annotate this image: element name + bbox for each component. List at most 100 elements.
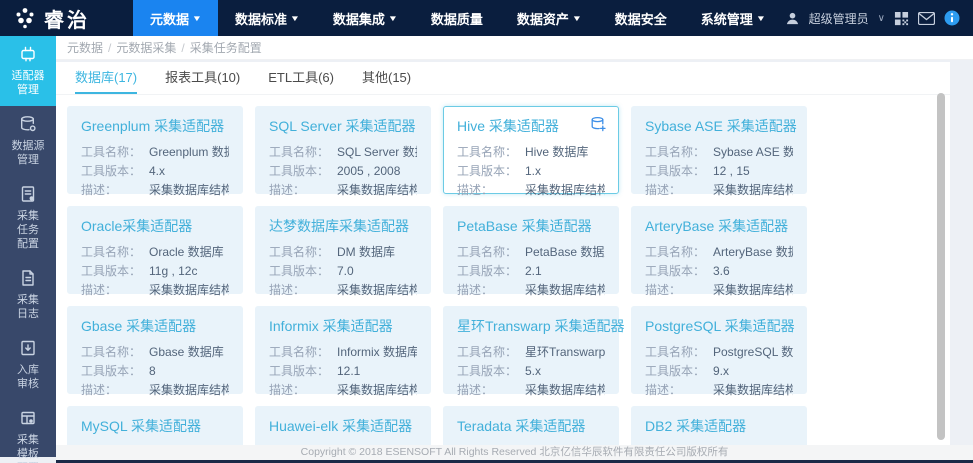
tab-3[interactable]: 其他(15) bbox=[362, 62, 411, 94]
app-logo[interactable]: 睿治 bbox=[0, 0, 133, 36]
field-label: 工具名称： bbox=[645, 145, 706, 159]
adapter-card-field: 工具版本： 12.1 bbox=[269, 362, 417, 381]
info-icon[interactable] bbox=[944, 10, 960, 26]
field-label: 工具名称： bbox=[457, 145, 518, 159]
user-avatar-icon[interactable] bbox=[785, 11, 800, 26]
adapter-card-title[interactable]: PostgreSQL 采集适配器 bbox=[645, 316, 795, 336]
nav-menu-item[interactable]: 数据资产 ▼ bbox=[500, 0, 598, 36]
sidebar-item-采集日志[interactable]: 采集 日志 bbox=[0, 260, 56, 330]
adapter-card[interactable]: SQL Server 采集适配器工具名称： SQL Server 数据库工具版本：… bbox=[255, 106, 431, 197]
adapter-card-title[interactable]: 星环Transwarp 采集适配器 bbox=[457, 316, 625, 336]
nav-menu-item[interactable]: 数据集成 ▼ bbox=[316, 0, 414, 36]
nav-menu-item[interactable]: 元数据 ▼ bbox=[133, 0, 218, 36]
field-label: 工具名称： bbox=[269, 145, 330, 159]
field-value: 4.x bbox=[149, 164, 166, 178]
nav-menu-label: 数据资产 bbox=[516, 11, 569, 27]
sidebar-item-采集任务配置[interactable]: 采集 任务 配置 bbox=[0, 176, 56, 260]
adapter-card[interactable]: Greenplum 采集适配器工具名称： Greenplum 数据库工具版本： 4.… bbox=[67, 106, 243, 197]
adapter-card-field: 描述： 采集数据库结构及相关对象 bbox=[457, 181, 605, 200]
copyright-footer: Copyright © 2018 ESENSOFT All Rights Res… bbox=[56, 445, 973, 460]
field-value: Hive 数据库 bbox=[525, 145, 589, 159]
adapter-card-title[interactable]: Oracle采集适配器 bbox=[81, 216, 229, 236]
sidebar-item-label: 日志 bbox=[17, 308, 39, 320]
breadcrumb-part[interactable]: 元数据采集 bbox=[116, 39, 176, 56]
field-value: 采集数据库结构及相关对象 bbox=[525, 283, 605, 297]
tab-2[interactable]: ETL工具(6) bbox=[268, 62, 334, 94]
adapter-card-field: 工具版本： 8 bbox=[81, 362, 229, 381]
adapter-card-title[interactable]: Hive 采集适配器 bbox=[457, 116, 605, 136]
adapter-card-grid: Greenplum 采集适配器工具名称： Greenplum 数据库工具版本： 4.… bbox=[56, 95, 950, 445]
adapter-card-title[interactable]: SQL Server 采集适配器 bbox=[269, 116, 417, 136]
chevron-down-icon: ∨ bbox=[877, 12, 885, 24]
field-label: 工具版本： bbox=[457, 364, 518, 378]
adapter-card[interactable]: PostgreSQL 采集适配器工具名称： PostgreSQL 数据库工具版本：… bbox=[631, 306, 807, 397]
adapter-card-field: 描述： 采集数据库结构及相关对象 bbox=[645, 281, 793, 300]
field-label: 工具版本： bbox=[457, 264, 518, 278]
adapter-card-title[interactable]: Huawei-elk 采集适配器 bbox=[269, 416, 417, 436]
sidebar-item-入库审核[interactable]: 入库 审核 bbox=[0, 330, 56, 400]
adapter-card[interactable]: Huawei-elk 采集适配器工具名称：Huawei-elk 数据库 bbox=[255, 406, 431, 445]
tab-1[interactable]: 报表工具(10) bbox=[165, 62, 240, 94]
adapter-card-title[interactable]: Greenplum 采集适配器 bbox=[81, 116, 229, 136]
sidebar-item-label: 适配器 bbox=[11, 70, 45, 82]
adapter-card[interactable]: PetaBase 采集适配器工具名称： PetaBase 数据库工具版本： 2.1 描… bbox=[443, 206, 619, 297]
adapter-card-field: 工具名称： Oracle 数据库 bbox=[81, 243, 229, 262]
nav-menu-item[interactable]: 数据质量 bbox=[414, 0, 500, 36]
breadcrumb-part[interactable]: 元数据 bbox=[67, 39, 103, 56]
adapter-card[interactable]: ArteryBase 采集适配器工具名称： ArteryBase 数据库工具版本：… bbox=[631, 206, 807, 297]
adapter-card[interactable]: Sybase ASE 采集适配器工具名称： Sybase ASE 数据库工具版本：… bbox=[631, 106, 807, 197]
adapter-card-field: 描述： 采集数据库结构及相关对象 bbox=[81, 181, 229, 200]
field-value: 采集数据库结构及相关对象 bbox=[525, 183, 605, 197]
adapter-card-field: 工具版本： 12 , 15 bbox=[645, 162, 793, 181]
adapter-card-field: 工具版本： 5.x bbox=[457, 362, 605, 381]
breadcrumb: 元数据 / 元数据采集 / 采集任务配置 bbox=[56, 36, 973, 60]
adapter-card[interactable]: Informix 采集适配器 工具名称： Informix 数据库 工具版本： 12.1… bbox=[255, 306, 431, 397]
field-label: 工具名称： bbox=[645, 245, 706, 259]
adapter-card[interactable]: Teradata 采集适配器工具名称：Teradata 数据库 bbox=[443, 406, 619, 445]
nav-menu-item[interactable]: 数据安全 bbox=[598, 0, 684, 36]
field-value: 12.1 bbox=[337, 364, 361, 378]
adapter-card[interactable]: DB2 采集适配器工具名称：DB2 数据库 bbox=[631, 406, 807, 445]
adapter-card-title[interactable]: Gbase 采集适配器 bbox=[81, 316, 229, 336]
adapter-card[interactable]: Oracle采集适配器 工具名称： Oracle 数据库 工具版本： 11g , 12c… bbox=[67, 206, 243, 297]
nav-menu-item[interactable]: 数据标准 ▼ bbox=[218, 0, 316, 36]
adapter-card-field: 工具名称： SQL Server 数据库 bbox=[269, 143, 417, 162]
sidebar-item-适配器管理[interactable]: 适配器 管理 bbox=[0, 36, 56, 106]
adapter-card-title[interactable]: 达梦数据库采集适配器 bbox=[269, 216, 417, 236]
adapter-card-title[interactable]: Teradata 采集适配器 bbox=[457, 416, 605, 436]
adapter-card[interactable]: 星环Transwarp 采集适配器工具名称： 星环Transwarp 数据库工具版… bbox=[443, 306, 625, 397]
field-value: Sybase ASE 数据库 bbox=[713, 145, 793, 159]
adapter-card-title[interactable]: ArteryBase 采集适配器 bbox=[645, 216, 793, 236]
adapter-card[interactable]: Gbase 采集适配器 工具名称： Gbase 数据库 工具版本： 8 描述： 采集数据库结… bbox=[67, 306, 243, 397]
qr-code-icon[interactable] bbox=[894, 11, 909, 26]
adapter-card-title[interactable]: MySQL 采集适配器 bbox=[81, 416, 229, 436]
sidebar: 适配器管理数据源管理采集任务配置采集日志入库审核采集模板配置 bbox=[0, 36, 56, 463]
field-value: 采集数据库结构及相关对象 bbox=[713, 183, 793, 197]
field-label: 描述： bbox=[269, 383, 306, 397]
field-value: Gbase 数据库 bbox=[149, 345, 224, 359]
adapter-card-title[interactable]: Sybase ASE 采集适配器 bbox=[645, 116, 797, 136]
adapter-card[interactable]: MySQL 采集适配器工具名称：MySQL 数据库 bbox=[67, 406, 243, 445]
adapter-card-field: 描述： 采集数据库结构及相关对象 bbox=[269, 181, 417, 200]
field-label: 工具名称： bbox=[457, 345, 518, 359]
field-label: 工具版本： bbox=[81, 364, 142, 378]
mail-icon[interactable] bbox=[918, 11, 935, 25]
tab-0[interactable]: 数据库(17) bbox=[75, 62, 138, 94]
adapter-card[interactable]: 达梦数据库采集适配器工具名称： DM 数据库工具版本： 7.0 描述： 采集数据库结构及… bbox=[255, 206, 431, 297]
caret-down-icon: ▼ bbox=[289, 13, 301, 23]
adapter-card-title[interactable]: Informix 采集适配器 bbox=[269, 316, 417, 336]
field-label: 描述： bbox=[269, 183, 306, 197]
adapter-card[interactable]: Hive 采集适配器 工具名称： Hive 数据库 工具版本： 1.x 描述： 采集数据库结… bbox=[443, 106, 619, 197]
adapter-card-title[interactable]: DB2 采集适配器 bbox=[645, 416, 793, 436]
caret-down-icon: ▼ bbox=[755, 13, 766, 23]
content-panel: 数据库(17) 报表工具(10) ETL工具(6) 其他(15) Greenplum … bbox=[56, 62, 950, 445]
adapter-card-field: 描述： 采集数据库结构及相关对象 bbox=[457, 281, 605, 300]
add-collect-task-icon[interactable] bbox=[589, 115, 608, 134]
field-value: 星环Transwarp 数据库 bbox=[525, 345, 605, 359]
user-name[interactable]: 超级管理员 bbox=[809, 10, 869, 27]
vertical-scrollbar[interactable] bbox=[937, 93, 945, 440]
sidebar-item-采集模板配置[interactable]: 采集模板配置 bbox=[0, 400, 56, 463]
sidebar-item-数据源管理[interactable]: 数据源 管理 bbox=[0, 106, 56, 176]
adapter-card-title[interactable]: PetaBase 采集适配器 bbox=[457, 216, 605, 236]
nav-menu-item[interactable]: 系统管理 ▼ bbox=[684, 0, 782, 36]
